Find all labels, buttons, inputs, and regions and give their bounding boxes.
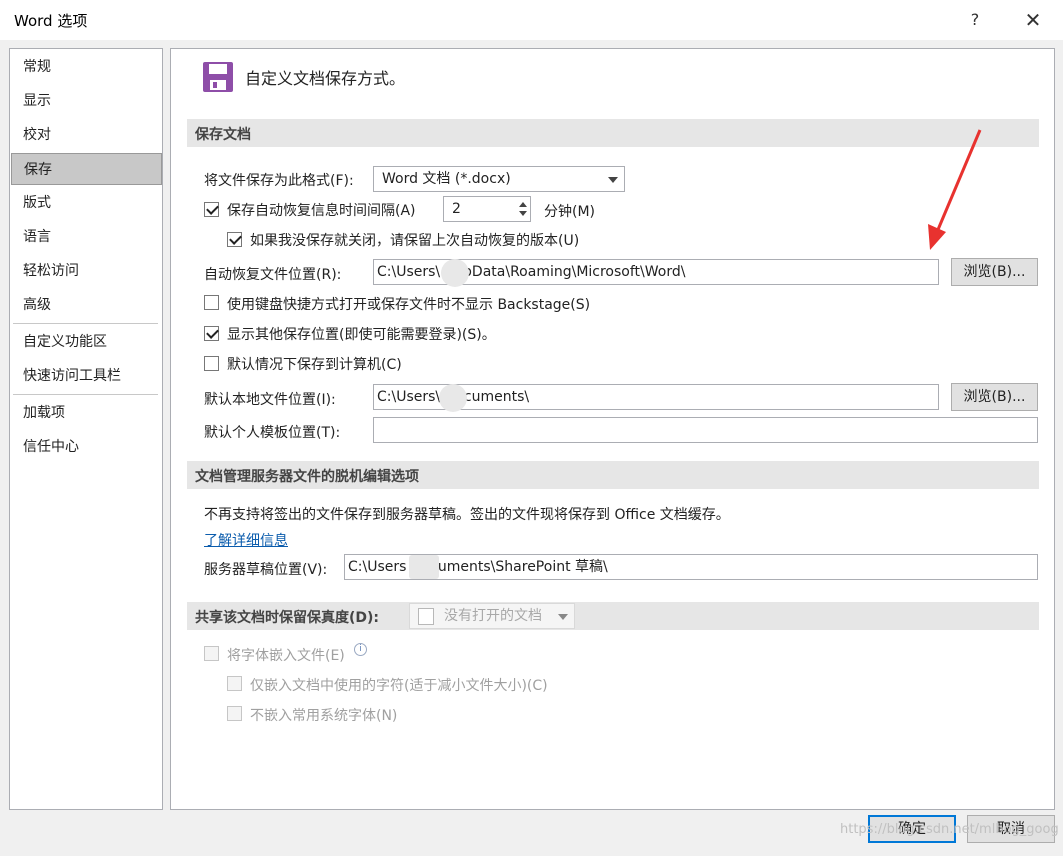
- embed-used-chars-checkbox[interactable]: [227, 676, 242, 691]
- floppy-disk-icon: [203, 62, 233, 92]
- no-common-fonts-label: 不嵌入常用系统字体(N): [250, 708, 398, 724]
- default-local-location-label: 默认本地文件位置(I):: [204, 392, 336, 408]
- save-to-computer-checkbox[interactable]: [204, 356, 219, 371]
- browse-local-location-button[interactable]: 浏览(B)...: [951, 383, 1038, 411]
- help-button[interactable]: ?: [962, 8, 988, 32]
- section-title: 保存文档: [195, 127, 251, 143]
- page-header: 自定义文档保存方式。: [245, 69, 406, 88]
- save-to-computer-label: 默认情况下保存到计算机(C): [227, 357, 402, 373]
- spin-up-icon[interactable]: [519, 202, 527, 207]
- show-additional-places-label: 显示其他保存位置(即使可能需要登录)(S)。: [227, 327, 496, 343]
- section-fidelity: 共享该文档时保留保真度(D):: [187, 602, 1039, 630]
- autorecover-minutes-spinner[interactable]: 2: [443, 196, 531, 222]
- keep-last-version-label: 如果我没保存就关闭，请保留上次自动恢复的版本(U): [250, 233, 580, 249]
- document-icon: [418, 608, 434, 625]
- redaction-blur: [441, 259, 469, 287]
- sidebar-item-save[interactable]: 保存: [11, 153, 162, 185]
- content-panel: 自定义文档保存方式。 保存文档 将文件保存为此格式(F): Word 文档 (*…: [170, 48, 1055, 810]
- embed-fonts-checkbox[interactable]: [204, 646, 219, 661]
- autorecover-minutes-value: 2: [452, 201, 461, 217]
- sidebar: 常规 显示 校对 保存 版式 语言 轻松访问 高级 自定义功能区 快速访问工具栏…: [9, 48, 163, 810]
- sidebar-item-accessibility[interactable]: 轻松访问: [11, 255, 162, 287]
- server-drafts-label: 服务器草稿位置(V):: [204, 562, 328, 578]
- browse-autorecover-button[interactable]: 浏览(B)...: [951, 258, 1038, 286]
- sidebar-divider: [13, 394, 158, 395]
- sidebar-item-trust-center[interactable]: 信任中心: [11, 431, 162, 463]
- no-backstage-label: 使用键盘快捷方式打开或保存文件时不显示 Backstage(S): [227, 297, 591, 313]
- minutes-label: 分钟(M): [544, 204, 596, 220]
- section-title: 文档管理服务器文件的脱机编辑选项: [195, 469, 419, 485]
- no-backstage-checkbox[interactable]: [204, 295, 219, 310]
- show-additional-places-checkbox[interactable]: [204, 326, 219, 341]
- sidebar-item-advanced[interactable]: 高级: [11, 289, 162, 321]
- autorecover-location-label: 自动恢复文件位置(R):: [204, 267, 342, 283]
- embed-fonts-label: 将字体嵌入文件(E): [227, 648, 345, 664]
- redaction-blur: [409, 555, 439, 579]
- sidebar-item-quick-access-toolbar[interactable]: 快速访问工具栏: [11, 360, 162, 392]
- spin-down-icon[interactable]: [519, 211, 527, 216]
- sidebar-item-layout[interactable]: 版式: [11, 187, 162, 219]
- save-format-dropdown[interactable]: Word 文档 (*.docx): [373, 166, 625, 192]
- server-drafts-input[interactable]: C:\Users Documents\SharePoint 草稿\: [344, 554, 1038, 580]
- sidebar-item-proofing[interactable]: 校对: [11, 119, 162, 151]
- no-common-fonts-checkbox[interactable]: [227, 706, 242, 721]
- close-button[interactable]: ✕: [1020, 8, 1046, 32]
- redaction-blur: [439, 384, 467, 412]
- default-template-location-input[interactable]: [373, 417, 1038, 443]
- autorecover-label: 保存自动恢复信息时间间隔(A): [227, 203, 416, 219]
- keep-last-version-checkbox[interactable]: [227, 232, 242, 247]
- fidelity-document-value: 没有打开的文档: [444, 608, 542, 624]
- title-bar: Word 选项 ? ✕: [0, 0, 1063, 40]
- autorecover-checkbox[interactable]: [204, 202, 219, 217]
- section-title: 共享该文档时保留保真度(D):: [195, 610, 380, 626]
- sidebar-item-customize-ribbon[interactable]: 自定义功能区: [11, 326, 162, 358]
- sidebar-item-general[interactable]: 常规: [11, 51, 162, 83]
- save-format-label: 将文件保存为此格式(F):: [204, 173, 354, 189]
- sidebar-item-display[interactable]: 显示: [11, 85, 162, 117]
- section-offline-editing: 文档管理服务器文件的脱机编辑选项: [187, 461, 1039, 489]
- fidelity-document-dropdown[interactable]: 没有打开的文档: [409, 603, 575, 629]
- sidebar-divider: [13, 323, 158, 324]
- default-template-location-label: 默认个人模板位置(T):: [204, 425, 341, 441]
- learn-more-link[interactable]: 了解详细信息: [204, 530, 288, 550]
- chevron-down-icon: [558, 614, 568, 620]
- save-format-value: Word 文档 (*.docx): [382, 171, 511, 187]
- embed-used-chars-label: 仅嵌入文档中使用的字符(适于减小文件大小)(C): [250, 678, 548, 694]
- offline-notice: 不再支持将签出的文件保存到服务器草稿。签出的文件现将保存到 Office 文档缓…: [204, 507, 730, 523]
- sidebar-item-language[interactable]: 语言: [11, 221, 162, 253]
- chevron-down-icon: [608, 177, 618, 183]
- window-title: Word 选项: [14, 12, 88, 30]
- section-save-documents: 保存文档: [187, 119, 1039, 147]
- watermark: https://blog.csdn.net/mlbog_goog: [840, 822, 1059, 837]
- sidebar-item-add-ins[interactable]: 加载项: [11, 397, 162, 429]
- info-icon: i: [354, 643, 367, 656]
